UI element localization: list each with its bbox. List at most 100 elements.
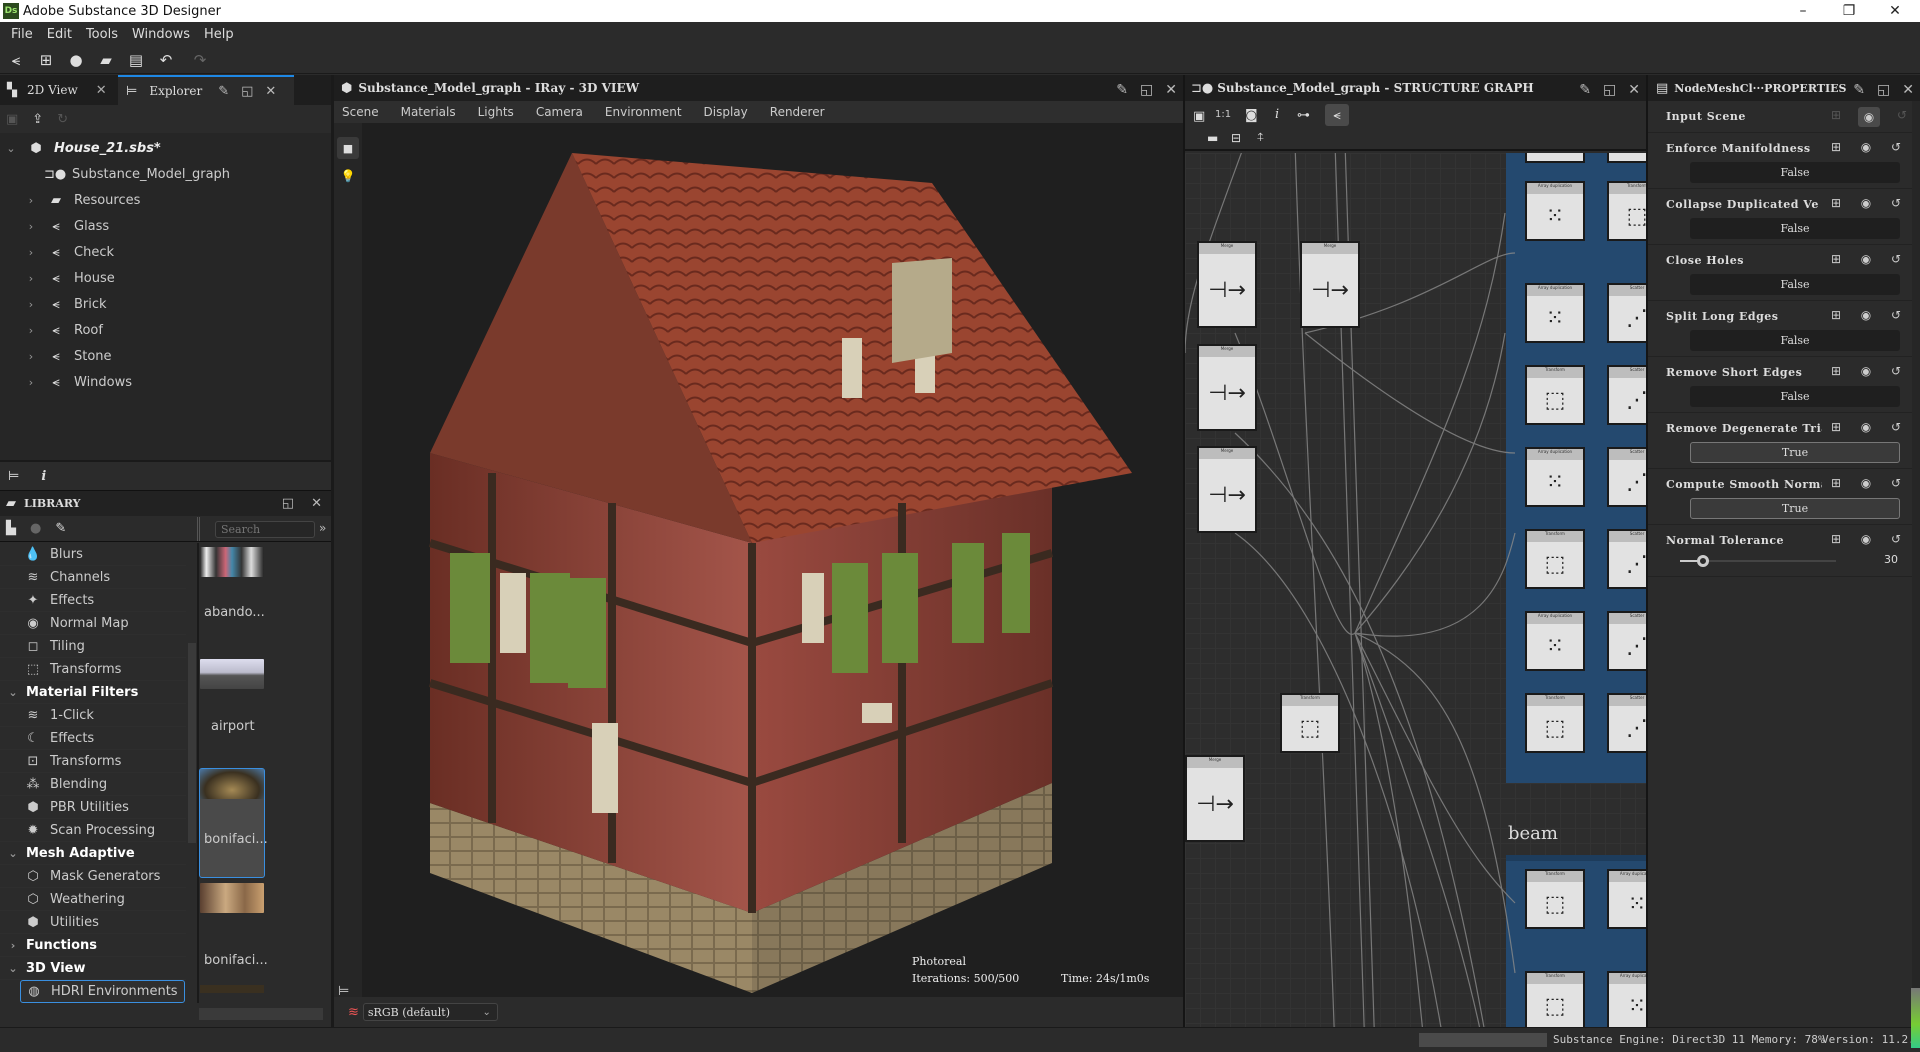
chevron-right-icon[interactable]: ›: [24, 376, 38, 389]
node-transform[interactable]: Transform ⬚: [1525, 869, 1585, 929]
node-scatter[interactable]: Scatter ⋰: [1607, 365, 1646, 425]
slider-handle[interactable]: [1697, 555, 1710, 567]
visibility-icon[interactable]: ◉: [1858, 139, 1874, 155]
frame-icon[interactable]: ⊟: [1231, 131, 1241, 145]
property-toggle[interactable]: False: [1690, 218, 1900, 239]
node-scatter[interactable]: Scatter ⋰: [1607, 283, 1646, 343]
comment-icon[interactable]: ▬: [1207, 131, 1218, 145]
node-array-duplication[interactable]: Array duplication ⁙: [1525, 611, 1585, 671]
chevron-down-icon[interactable]: ⌄: [6, 847, 20, 860]
info-icon[interactable]: i: [1275, 107, 1279, 122]
property-toggle[interactable]: True: [1690, 498, 1900, 519]
thumbnail-item[interactable]: bonifaci...: [199, 881, 269, 993]
node-scatter[interactable]: Scatter ⋰: [1607, 447, 1646, 507]
chevron-right-icon[interactable]: ›: [24, 246, 38, 259]
redo-icon[interactable]: ↷: [190, 50, 210, 70]
chevron-down-icon[interactable]: ⌄: [4, 142, 18, 155]
menu-lights[interactable]: Lights: [478, 105, 514, 119]
node-array-duplication[interactable]: Array duplication ⁙: [1525, 283, 1585, 343]
close-button[interactable]: ✕: [1872, 0, 1918, 22]
node-array-duplication[interactable]: Array duplication ⁙: [1607, 971, 1646, 1027]
property-toggle[interactable]: True: [1690, 442, 1900, 463]
new-substance-icon[interactable]: ●: [66, 50, 86, 70]
expand-icon[interactable]: »: [319, 521, 326, 535]
property-toggle[interactable]: False: [1690, 162, 1900, 183]
library-item[interactable]: ☾ Effects: [0, 727, 186, 750]
close-icon[interactable]: ✕: [1165, 82, 1177, 98]
float-icon[interactable]: ◱: [1603, 82, 1616, 98]
publish-icon[interactable]: ⇪: [32, 112, 43, 127]
tree-item-house[interactable]: › ⪪ House: [0, 265, 332, 291]
chevron-down-icon[interactable]: ⌄: [6, 686, 20, 699]
tree-item-windows[interactable]: › ⪪ Windows: [0, 369, 332, 395]
library-category[interactable]: ⌄ Mesh Adaptive: [0, 842, 186, 865]
add-icon[interactable]: ●: [30, 521, 41, 536]
thumbnail-item-selected[interactable]: bonifaci...: [199, 768, 268, 878]
visibility-icon[interactable]: ◉: [1858, 475, 1874, 491]
3d-render-viewport[interactable]: [362, 123, 1183, 1003]
pin-icon[interactable]: ✎: [1116, 82, 1128, 98]
library-item[interactable]: ⬢ Utilities: [0, 911, 186, 934]
menu-help[interactable]: Help: [204, 27, 234, 42]
tree-item-glass[interactable]: › ⪪ Glass: [0, 213, 332, 239]
library-item[interactable]: ⬡ Mask Generators: [0, 865, 186, 888]
colorspace-dropdown[interactable]: sRGB (default) ⌄: [362, 1003, 498, 1021]
tree-item-substance-model-graph[interactable]: ⊐● Substance_Model_graph: [0, 161, 332, 187]
chevron-right-icon[interactable]: ›: [24, 324, 38, 337]
close-icon[interactable]: ✕: [311, 496, 322, 511]
node-merge[interactable]: Merge ⊣→: [1197, 241, 1257, 328]
node-array-duplication[interactable]: Array duplication ⁙: [1525, 181, 1585, 241]
menu-environment[interactable]: Environment: [605, 105, 682, 119]
menu-camera[interactable]: Camera: [536, 105, 583, 119]
property-toggle[interactable]: False: [1690, 274, 1900, 295]
library-item[interactable]: 💧 Blurs: [0, 543, 186, 566]
save-icon[interactable]: ▣: [6, 112, 18, 127]
graph-canvas[interactable]: beam Merge ⊣→ Merge ⊣→ Merge ⊣→ Merge ⊣→ Tra…: [1185, 153, 1646, 1027]
new-model-graph-icon[interactable]: ⊞: [36, 50, 56, 70]
reload-icon[interactable]: ↻: [57, 112, 68, 127]
pin-icon[interactable]: ✎: [218, 84, 229, 99]
undo-icon[interactable]: ↶: [156, 50, 176, 70]
tab-2d-view[interactable]: ▚ 2D View ✕: [0, 75, 118, 105]
node-scatter[interactable]: Scatter ⋰: [1607, 529, 1646, 589]
expose-parameter-icon[interactable]: ⊞: [1828, 251, 1844, 267]
visibility-icon[interactable]: ◉: [1858, 251, 1874, 267]
float-icon[interactable]: ◱: [282, 496, 294, 511]
library-item[interactable]: ⬡ Weathering: [0, 888, 186, 911]
node-merge[interactable]: Merge ⊣→: [1185, 755, 1245, 842]
pin-node-icon[interactable]: ⍏: [1257, 130, 1264, 145]
menu-renderer[interactable]: Renderer: [770, 105, 825, 119]
normal-tolerance-slider[interactable]: 30: [1672, 551, 1912, 571]
library-item[interactable]: ✹ Scan Processing: [0, 819, 186, 842]
edit-pencil-icon[interactable]: ✎: [55, 521, 66, 536]
tree-item-check[interactable]: › ⪪ Check: [0, 239, 332, 265]
reset-icon[interactable]: ↺: [1888, 195, 1904, 211]
zoom-1-1-icon[interactable]: 1:1: [1215, 109, 1231, 120]
visibility-icon[interactable]: ◉: [1858, 419, 1874, 435]
visibility-icon[interactable]: ◉: [1858, 107, 1880, 127]
close-icon[interactable]: ✕: [265, 84, 276, 99]
screenshot-icon[interactable]: ◙: [1245, 108, 1258, 123]
library-item[interactable]: ◻ Tiling: [0, 635, 186, 658]
thumbnail-item[interactable]: abando...: [199, 543, 269, 643]
menu-tools[interactable]: Tools: [86, 27, 118, 42]
expose-parameter-icon[interactable]: ⊞: [1828, 139, 1844, 155]
light-icon[interactable]: 💡: [337, 165, 359, 187]
node-transform[interactable]: Transform ⬚: [1525, 693, 1585, 753]
open-icon[interactable]: ▰: [96, 50, 116, 70]
save-all-icon[interactable]: ▤: [126, 50, 146, 70]
close-icon[interactable]: ✕: [1902, 82, 1914, 98]
menu-materials[interactable]: Materials: [401, 105, 456, 119]
new-folder-icon[interactable]: ▙: [6, 521, 16, 536]
expose-parameter-icon[interactable]: ⊞: [1828, 195, 1844, 211]
reset-icon[interactable]: ↺: [1888, 363, 1904, 379]
chevron-right-icon[interactable]: ›: [24, 350, 38, 363]
property-toggle[interactable]: False: [1690, 386, 1900, 407]
node-array-duplication[interactable]: Array duplication ⁙: [1607, 869, 1646, 929]
menu-display[interactable]: Display: [704, 105, 748, 119]
float-icon[interactable]: ◱: [1877, 82, 1890, 98]
tree-item-roof[interactable]: › ⪪ Roof: [0, 317, 332, 343]
tree-icon[interactable]: ⊨: [8, 469, 19, 484]
property-toggle[interactable]: False: [1690, 330, 1900, 351]
node-merge[interactable]: Merge ⊣→: [1300, 241, 1360, 328]
